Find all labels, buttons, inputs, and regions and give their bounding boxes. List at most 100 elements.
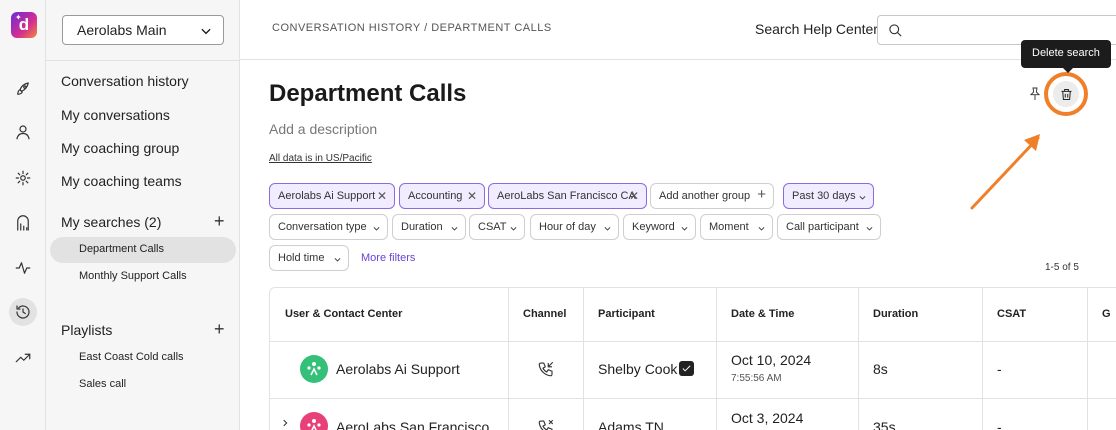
chevron-down-icon (681, 227, 688, 231)
activity-icon[interactable] (9, 254, 37, 282)
search-icon (889, 24, 902, 37)
page-title: Department Calls (269, 80, 467, 107)
help-center-label: Search Help Center: (755, 21, 882, 37)
filter-dropdown-label: Hold time (278, 252, 325, 264)
row-duration: 35s (873, 419, 896, 430)
add-group-button[interactable]: Add another group + (650, 183, 774, 209)
trash-icon (1061, 88, 1071, 100)
settings-icon[interactable] (9, 164, 37, 192)
row-csat: - (997, 419, 1002, 430)
user-icon[interactable] (9, 118, 37, 146)
chevron-down-icon (451, 227, 458, 231)
app-window: ✦ d Aerolabs Main Conversation history M… (0, 0, 1116, 430)
rocket-icon[interactable] (9, 75, 37, 103)
filter-dropdown-call-participant[interactable]: Call participant (777, 214, 881, 240)
filter-chip-aerolabs-sf[interactable]: AeroLabs San Francisco CA ✕ (488, 183, 647, 209)
column-header-participant[interactable]: Participant (598, 288, 655, 341)
column-header-date-time[interactable]: Date & Time (731, 288, 794, 341)
workspace-select[interactable]: Aerolabs Main (62, 15, 224, 45)
row-user-name[interactable]: AeroLabs San Francisco ... (336, 419, 505, 430)
row-user-name[interactable]: Aerolabs Ai Support (336, 361, 460, 377)
nav-link-my-coaching-group[interactable]: My coaching group (61, 140, 179, 156)
column-header-duration[interactable]: Duration (873, 288, 918, 341)
filter-dropdown-label: Moment (709, 221, 749, 233)
filter-dropdown-label: Conversation type (278, 221, 367, 233)
chevron-down-icon (866, 227, 873, 231)
remove-filter-icon[interactable]: ✕ (467, 189, 477, 203)
verified-icon (679, 361, 695, 376)
column-header-channel[interactable]: Channel (523, 288, 566, 341)
delete-search-button[interactable] (1044, 72, 1088, 116)
add-search-icon[interactable]: + (214, 212, 225, 230)
nav-link-my-conversations[interactable]: My conversations (61, 107, 170, 123)
participant-name[interactable]: Adams TN (598, 419, 664, 430)
filter-dropdown-label: Duration (401, 221, 443, 233)
top-bar: CONVERSATION HISTORY / DEPARTMENT CALLS … (240, 0, 1116, 60)
column-header-user[interactable]: User & Contact Center (285, 288, 402, 341)
chevron-down-icon (510, 227, 517, 231)
filter-dropdown-duration[interactable]: Duration (392, 214, 466, 240)
history-icon[interactable] (9, 298, 37, 326)
playlist-item-east-coast[interactable]: East Coast Cold calls (50, 345, 236, 371)
column-divider (858, 288, 859, 430)
nav-divider (46, 60, 240, 61)
filter-dropdown-hold-time[interactable]: Hold time (269, 245, 349, 271)
filter-dropdown-keyword[interactable]: Keyword (623, 214, 696, 240)
missed-call-icon (537, 418, 555, 430)
column-divider (1087, 288, 1088, 430)
chevron-right-icon[interactable] (280, 418, 290, 428)
row-divider (270, 341, 1116, 342)
add-playlist-icon[interactable]: + (214, 320, 225, 338)
app-logo[interactable]: ✦ d (11, 12, 37, 38)
row-participant[interactable]: Shelby Cook (598, 361, 695, 377)
chevron-down-icon (758, 227, 765, 231)
remove-filter-icon[interactable]: ✕ (629, 189, 639, 203)
chevron-down-icon (859, 196, 866, 200)
add-group-label: Add another group (659, 190, 751, 202)
pin-icon[interactable] (1027, 86, 1043, 102)
description-field[interactable]: Add a description (269, 121, 377, 137)
timezone-link[interactable]: All data is in US/Pacific (269, 153, 372, 164)
row-date: Oct 3, 2024 (731, 410, 804, 426)
row-csat: - (997, 361, 1002, 377)
my-searches-heading[interactable]: My searches (2) (61, 214, 161, 230)
search-item-monthly-support-calls[interactable]: Monthly Support Calls (50, 264, 236, 290)
nav-link-my-coaching-teams[interactable]: My coaching teams (61, 173, 182, 189)
more-filters-link[interactable]: More filters (361, 252, 415, 264)
annotation-arrow-icon (970, 134, 1040, 210)
remove-filter-icon[interactable]: ✕ (377, 189, 387, 203)
contact-center-avatar-icon (300, 355, 328, 383)
participant-name: Shelby Cook (598, 361, 678, 377)
column-divider (716, 288, 717, 430)
filter-chip-label: AeroLabs San Francisco CA (497, 190, 636, 202)
filter-dropdown-conversation-type[interactable]: Conversation type (269, 214, 388, 240)
plus-icon: + (757, 186, 766, 203)
row-duration: 8s (873, 361, 888, 377)
search-item-department-calls[interactable]: Department Calls (50, 237, 236, 263)
filter-chip-aerolabs-ai-support[interactable]: Aerolabs Ai Support ✕ (269, 183, 395, 209)
chevron-down-icon (334, 258, 341, 262)
date-range-dropdown[interactable]: Past 30 days (783, 183, 874, 209)
column-divider (508, 288, 509, 430)
breadcrumb: CONVERSATION HISTORY / DEPARTMENT CALLS (272, 22, 552, 34)
filter-dropdown-label: Call participant (786, 221, 859, 233)
filter-dropdown-csat[interactable]: CSAT (469, 214, 525, 240)
column-header-g[interactable]: G (1102, 288, 1111, 341)
trending-icon[interactable] (9, 344, 37, 372)
filter-dropdown-moment[interactable]: Moment (700, 214, 773, 240)
filter-chip-accounting[interactable]: Accounting ✕ (399, 183, 485, 209)
playlist-item-sales-call[interactable]: Sales call (50, 372, 236, 398)
column-divider (982, 288, 983, 430)
column-header-csat[interactable]: CSAT (997, 288, 1026, 341)
nav-link-conversation-history[interactable]: Conversation history (61, 73, 189, 89)
library-icon[interactable] (9, 210, 37, 238)
result-count: 1-5 of 5 (1045, 262, 1079, 273)
inbound-call-icon (537, 360, 555, 378)
row-divider (270, 398, 1116, 399)
filter-chip-label: Accounting (408, 190, 463, 202)
filter-dropdown-hour-of-day[interactable]: Hour of day (530, 214, 619, 240)
filter-dropdown-label: CSAT (478, 221, 507, 233)
playlists-heading[interactable]: Playlists (61, 322, 112, 338)
chevron-down-icon (604, 227, 611, 231)
icon-rail: ✦ d (0, 0, 46, 430)
